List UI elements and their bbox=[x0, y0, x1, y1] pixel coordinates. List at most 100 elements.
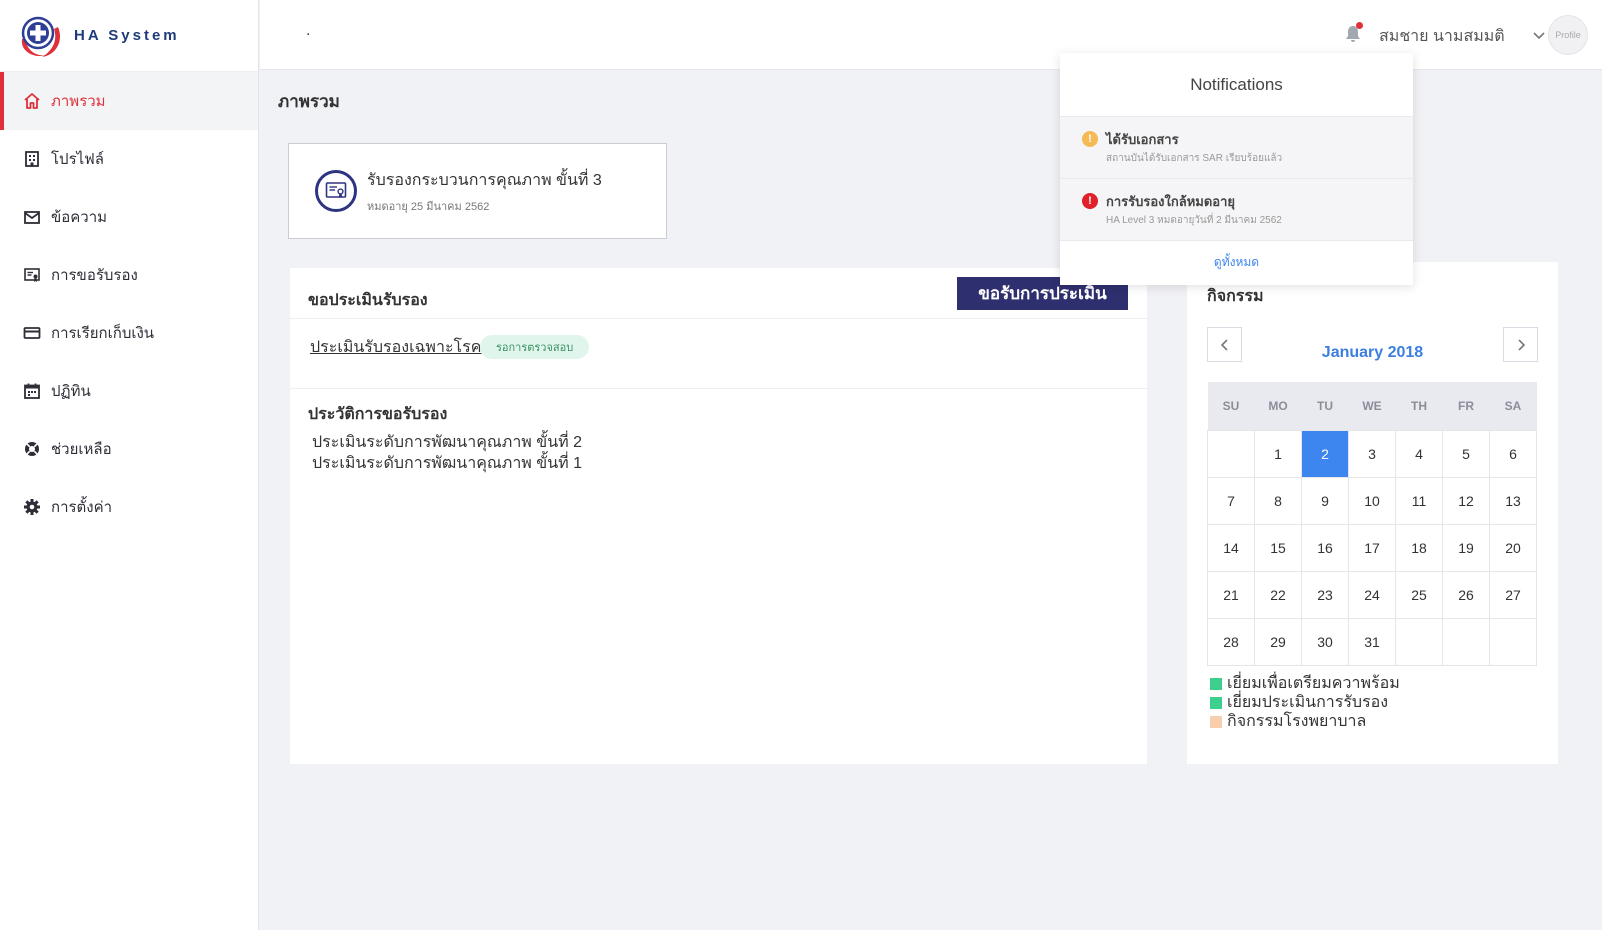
calendar-day[interactable]: 29 bbox=[1254, 617, 1302, 666]
panel-title: ขอประเมินรับรอง bbox=[308, 292, 428, 309]
legend-label: เยี่ยมประเมินการรับรอง bbox=[1227, 694, 1389, 711]
calendar-day[interactable]: 7 bbox=[1207, 476, 1255, 525]
calendar-day[interactable]: 10 bbox=[1348, 476, 1396, 525]
calendar-day[interactable]: 12 bbox=[1442, 476, 1490, 525]
calendar-day[interactable]: 9 bbox=[1301, 476, 1349, 525]
calendar-day[interactable]: 24 bbox=[1348, 570, 1396, 619]
notification-detail: HA Level 3 หมดอายุวันที่ 2 มีนาคม 2562 bbox=[1106, 215, 1282, 226]
home-icon bbox=[23, 92, 41, 110]
calendar-day[interactable]: 28 bbox=[1207, 617, 1255, 666]
sidebar: HA System ภาพรวม โปรไฟล์ ข้อความ การขอรั… bbox=[0, 0, 259, 930]
building-icon bbox=[23, 150, 41, 168]
app-name: HA System bbox=[74, 27, 180, 44]
calendar-day[interactable]: 20 bbox=[1489, 523, 1537, 572]
calendar-day-selected[interactable]: 2 bbox=[1301, 429, 1349, 478]
history-item: ประเมินระดับการพัฒนาคุณภาพ ขั้นที่ 2 bbox=[312, 434, 583, 451]
certificate-icon bbox=[23, 266, 41, 284]
sidebar-item-billing[interactable]: การเรียกเก็บเงิน bbox=[0, 304, 258, 362]
accreditation-title: รับรองกระบวนการคุณภาพ ขั้นที่ 3 bbox=[367, 171, 602, 189]
status-badge: รอการตรวจสอบ bbox=[480, 335, 590, 359]
sidebar-item-overview[interactable]: ภาพรวม bbox=[0, 72, 258, 130]
calendar-week: 14 15 16 17 18 19 20 bbox=[1207, 523, 1537, 572]
gear-icon bbox=[23, 498, 41, 516]
calendar-day[interactable]: 5 bbox=[1442, 429, 1490, 478]
notification-title: ได้รับเอกสาร bbox=[1106, 132, 1179, 147]
weekday-label: TU bbox=[1301, 382, 1349, 430]
calendar-day[interactable]: 31 bbox=[1348, 617, 1396, 666]
calendar-day[interactable]: 17 bbox=[1348, 523, 1396, 572]
calendar-day[interactable]: 26 bbox=[1442, 570, 1490, 619]
notification-item[interactable]: ! การรับรองใกล้หมดอายุ HA Level 3 หมดอาย… bbox=[1060, 178, 1413, 240]
weekday-label: WE bbox=[1348, 382, 1396, 430]
user-name[interactable]: สมชาย นามสมมติ bbox=[1379, 24, 1505, 49]
chevron-down-icon[interactable] bbox=[1532, 28, 1546, 42]
calendar-week: 1 2 3 4 5 6 bbox=[1207, 429, 1537, 478]
sidebar-item-label: ช่วยเหลือ bbox=[51, 441, 112, 458]
logo[interactable]: HA System bbox=[0, 0, 258, 72]
calendar-day[interactable]: 23 bbox=[1301, 570, 1349, 619]
calendar-day[interactable]: 27 bbox=[1489, 570, 1537, 619]
notification-item[interactable]: ! ได้รับเอกสาร สถานบันได้รับเอกสาร SAR เ… bbox=[1060, 116, 1413, 178]
notification-bell-icon[interactable] bbox=[1343, 22, 1363, 44]
notification-detail: สถานบันได้รับเอกสาร SAR เรียบร้อยแล้ว bbox=[1106, 153, 1283, 164]
calendar-day[interactable]: 6 bbox=[1489, 429, 1537, 478]
calendar-day[interactable]: 22 bbox=[1254, 570, 1302, 619]
sidebar-item-help[interactable]: ช่วยเหลือ bbox=[0, 420, 258, 478]
calendar-day[interactable]: 3 bbox=[1348, 429, 1396, 478]
alert-icon: ! bbox=[1082, 193, 1098, 209]
legend-item: เยี่ยมประเมินการรับรอง bbox=[1210, 693, 1400, 712]
sidebar-nav: ภาพรวม โปรไฟล์ ข้อความ การขอรับรอง การเร… bbox=[0, 72, 258, 536]
calendar-day[interactable]: 16 bbox=[1301, 523, 1349, 572]
calendar-day[interactable]: 14 bbox=[1207, 523, 1255, 572]
calendar-day[interactable]: 11 bbox=[1395, 476, 1443, 525]
activities-title: กิจกรรม bbox=[1207, 288, 1264, 305]
sidebar-item-accreditation[interactable]: การขอรับรอง bbox=[0, 246, 258, 304]
sidebar-item-label: การขอรับรอง bbox=[51, 267, 138, 284]
calendar-day[interactable]: 8 bbox=[1254, 476, 1302, 525]
sidebar-item-settings[interactable]: การตั้งค่า bbox=[0, 478, 258, 536]
certificate-icon bbox=[315, 170, 357, 212]
current-assessment-link[interactable]: ประเมินรับรองเฉพาะโรค bbox=[310, 335, 481, 360]
warning-icon: ! bbox=[1082, 131, 1098, 147]
legend-label: กิจกรรมโรงพยาบาล bbox=[1227, 713, 1367, 730]
calendar-day[interactable]: 21 bbox=[1207, 570, 1255, 619]
calendar-day[interactable]: 1 bbox=[1254, 429, 1302, 478]
calendar-day[interactable]: 4 bbox=[1395, 429, 1443, 478]
sidebar-item-label: ภาพรวม bbox=[51, 93, 106, 110]
calendar-week: 28 29 30 31 bbox=[1207, 617, 1537, 666]
avatar[interactable]: Profile bbox=[1548, 15, 1588, 55]
credit-card-icon bbox=[23, 324, 41, 342]
history-item: ประเมินระดับการพัฒนาคุณภาพ ขั้นที่ 1 bbox=[312, 455, 583, 472]
sidebar-item-calendar[interactable]: ปฏิทิน bbox=[0, 362, 258, 420]
mail-icon bbox=[23, 208, 41, 226]
calendar-day[interactable]: 25 bbox=[1395, 570, 1443, 619]
calendar-day[interactable]: 19 bbox=[1442, 523, 1490, 572]
lifebuoy-icon bbox=[23, 440, 41, 458]
notification-title: การรับรองใกล้หมดอายุ bbox=[1106, 194, 1236, 209]
calendar-empty-cell bbox=[1207, 429, 1255, 478]
view-all-notifications-link[interactable]: ดูทั้งหมด bbox=[1060, 240, 1413, 284]
legend-label: เยี่ยมเพื่อเตรียมควาพร้อม bbox=[1227, 675, 1400, 692]
calendar-empty-cell bbox=[1442, 617, 1490, 666]
next-month-button[interactable] bbox=[1503, 327, 1538, 362]
weekday-label: SU bbox=[1207, 382, 1255, 430]
search-input[interactable]: . bbox=[306, 22, 310, 40]
calendar-icon bbox=[23, 382, 41, 400]
sidebar-item-label: ข้อความ bbox=[51, 209, 108, 226]
calendar-day[interactable]: 30 bbox=[1301, 617, 1349, 666]
notifications-dropdown: Notifications ! ได้รับเอกสาร สถานบันได้ร… bbox=[1060, 53, 1413, 285]
sidebar-item-label: ปฏิทิน bbox=[51, 383, 91, 400]
sidebar-item-label: การเรียกเก็บเงิน bbox=[51, 325, 155, 342]
legend-swatch bbox=[1210, 677, 1222, 690]
calendar-day[interactable]: 18 bbox=[1395, 523, 1443, 572]
calendar-day[interactable]: 13 bbox=[1489, 476, 1537, 525]
sidebar-item-label: การตั้งค่า bbox=[51, 499, 113, 516]
accreditation-expiry: หมดอายุ 25 มีนาคม 2562 bbox=[367, 200, 490, 213]
calendar-day[interactable]: 15 bbox=[1254, 523, 1302, 572]
notification-unread-dot bbox=[1356, 22, 1363, 29]
weekday-header-row: SU MO TU WE TH FR SA bbox=[1207, 382, 1537, 430]
sidebar-item-profile[interactable]: โปรไฟล์ bbox=[0, 130, 258, 188]
calendar-legend: เยี่ยมเพื่อเตรียมควาพร้อม เยี่ยมประเมินก… bbox=[1210, 674, 1400, 731]
weekday-label: MO bbox=[1254, 382, 1302, 430]
sidebar-item-messages[interactable]: ข้อความ bbox=[0, 188, 258, 246]
